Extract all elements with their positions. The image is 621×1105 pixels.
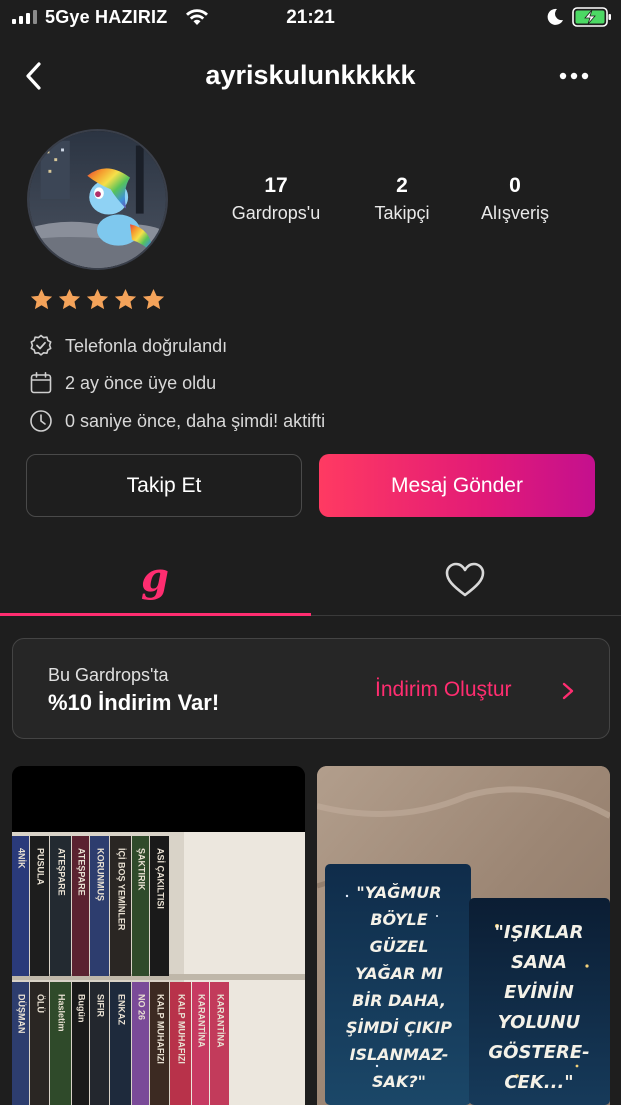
star-icon [114, 288, 137, 310]
book-spine-title: ASİ ÇAKILTISI [156, 848, 166, 909]
book-spine-title: ŞAKTIRIK [137, 848, 147, 891]
clock-time: 21:21 [286, 7, 335, 28]
book-spine-title: ATEŞPARE [77, 848, 87, 896]
wardrobe-logo-icon: g [141, 553, 169, 601]
stat-value: 2 [396, 174, 408, 197]
info-member-since: 2 ay önce üye oldu [29, 370, 216, 396]
book-spine-title: SIFIR [96, 994, 106, 1018]
calendar-icon [30, 371, 52, 394]
info-text: Telefonla doğrulandı [65, 335, 228, 356]
active-tab-indicator [0, 613, 311, 616]
tab-wardrobe[interactable]: g [0, 545, 310, 615]
book-spine-title: ÖLÜ [36, 994, 46, 1013]
discount-card[interactable]: Bu Gardrops'ta %10 İndirim Var! İndirim … [12, 638, 610, 739]
info-text: 2 ay önce üye oldu [65, 372, 217, 393]
stat-value: 17 [264, 174, 288, 197]
quote-line: "IŞIKLAR [495, 922, 584, 943]
book-spine-title: ATEŞPARE [57, 848, 67, 896]
quote-line: ISLANMAZ- [350, 1045, 449, 1064]
quote-line: YOLUNU [498, 1012, 581, 1033]
product-card[interactable]: "YAĞMUR BÖYLE GÜZEL YAĞAR MI BİR DAHA, ŞİMDİ … [317, 766, 610, 1105]
product-image: 4NİK PUSULA ATEŞPARE ATEŞPARE KORUNMUŞ İÇİ BO… [12, 766, 305, 1105]
stat-wardrobe-count[interactable]: 17 Gardrops'u [211, 174, 341, 224]
book-spine-title: Hasletim [57, 994, 67, 1032]
book-spine-title: KORUNMUŞ [96, 848, 106, 901]
book-spine-title: Bugün [77, 994, 87, 1023]
quote-line: CEK..." [504, 1072, 573, 1093]
book-spine-title: PUSULA [36, 848, 46, 886]
stat-value: 0 [509, 174, 521, 197]
book-spine-title: NO 26 [137, 994, 147, 1020]
quote-line: EVİNİN [504, 981, 574, 1003]
status-bar: 5Gye HAZIRIZ 21:21 [0, 0, 621, 36]
stat-purchases[interactable]: 0 Alışveriş [450, 174, 580, 224]
avatar[interactable] [27, 129, 168, 270]
quote-line: SAK?" [372, 1072, 426, 1091]
discount-amount: %10 İndirim Var! [48, 690, 220, 715]
book-spine-title: KALP MUHAFIZI [156, 994, 166, 1064]
info-last-active: 0 saniye önce, daha şimdi! aktifti [29, 408, 325, 434]
book-spine-title: KALP MUHAFIZI [177, 994, 187, 1064]
stat-followers[interactable]: 2 Takipçi [337, 174, 467, 224]
book-spine-title: KARANTİNA [197, 994, 207, 1048]
avatar-image [29, 131, 166, 268]
book-spine-title: DÜŞMAN [17, 994, 27, 1034]
book-spine-title: İÇİ BOŞ YEMİNLER [117, 848, 127, 931]
quote-line: ŞİMDİ ÇIKIP [346, 1018, 452, 1037]
book-spine-title: KARANTİNA [216, 994, 226, 1048]
stat-label: Takipçi [374, 203, 430, 223]
battery-charging-icon [572, 7, 611, 27]
moon-icon [547, 8, 563, 25]
tab-likes[interactable] [310, 545, 620, 615]
quote-line: YAĞAR MI [355, 964, 443, 983]
info-text: 0 saniye önce, daha şimdi! aktifti [65, 410, 326, 431]
book-spines-bottom-shelf: DÜŞMAN ÖLÜ Hasletim Bugün SIFIR ENKAZ NO 26 KAL… [12, 982, 229, 1105]
clock-icon [30, 410, 52, 432]
send-message-button[interactable]: Mesaj Gönder [319, 454, 595, 517]
product-image: "YAĞMUR BÖYLE GÜZEL YAĞAR MI BİR DAHA, ŞİMDİ … [317, 766, 610, 1105]
book-spine-title: ENKAZ [117, 994, 127, 1026]
product-card[interactable]: 4NİK PUSULA ATEŞPARE ATEŞPARE KORUNMUŞ İÇİ BO… [12, 766, 305, 1105]
quote-line: GÜZEL [370, 937, 429, 956]
star-icon [142, 288, 165, 310]
star-icon [58, 288, 81, 310]
chevron-right-icon[interactable] [561, 681, 575, 701]
stat-label: Alışveriş [480, 203, 549, 223]
quote-line: GÖSTERE- [488, 1041, 589, 1063]
quote-line: BÖYLE [370, 910, 427, 929]
quote-line: SANA [511, 952, 567, 973]
discount-label: Bu Gardrops'ta [48, 665, 169, 685]
info-phone-verified: Telefonla doğrulandı [29, 333, 227, 359]
star-icon [30, 288, 53, 310]
follow-button[interactable]: Takip Et [26, 454, 302, 517]
star-icon [86, 288, 109, 310]
rating-stars [28, 287, 167, 313]
verified-badge-icon [30, 334, 52, 356]
heart-icon [445, 562, 485, 597]
page-title: ayriskulunkkkkk [205, 60, 416, 90]
more-horizontal-icon[interactable] [558, 64, 592, 88]
book-spine-title: 4NİK [17, 848, 27, 869]
quote-line: "YAĞMUR [356, 883, 441, 902]
book-spines-top-shelf: 4NİK PUSULA ATEŞPARE ATEŞPARE KORUNMUŞ İÇİ BO… [12, 836, 169, 976]
stat-label: Gardrops'u [231, 203, 321, 223]
create-discount-link[interactable]: İndirim Oluştur [375, 678, 512, 702]
quote-line: BİR DAHA, [352, 991, 446, 1010]
